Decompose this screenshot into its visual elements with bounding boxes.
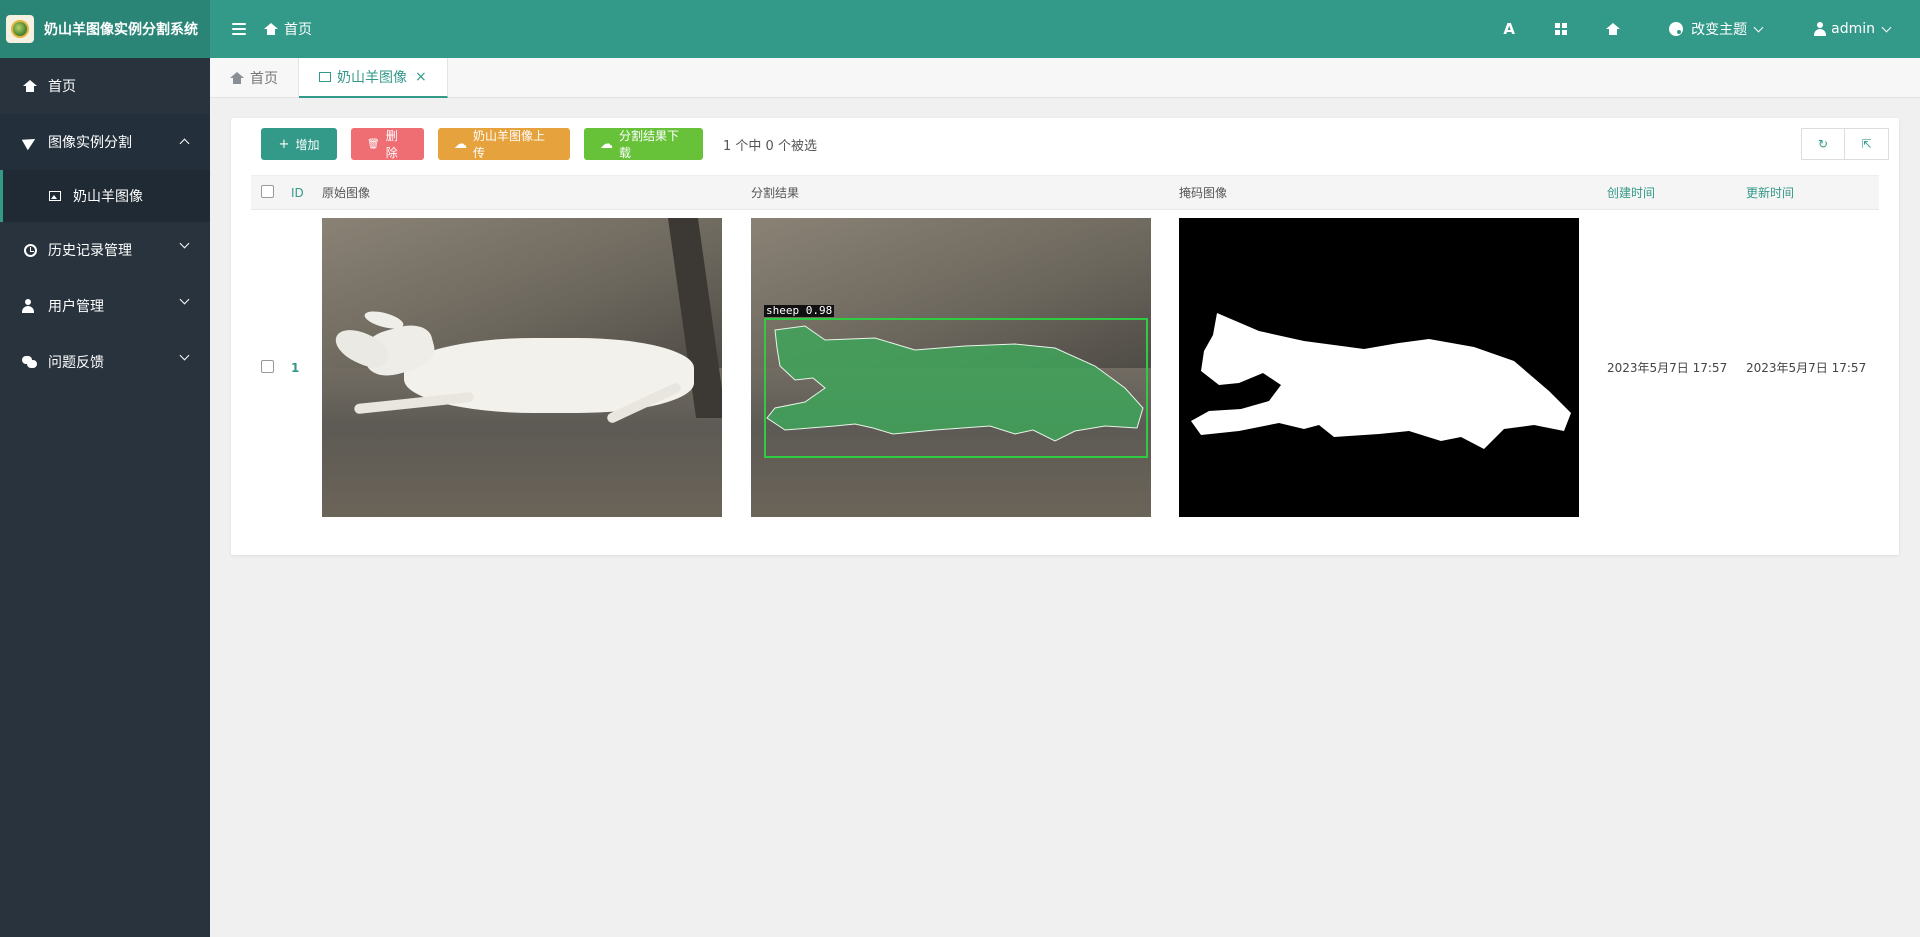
cloud-upload-icon: ☁: [454, 136, 467, 152]
comments-icon: [22, 355, 38, 369]
sidebar-item-users[interactable]: 用户管理: [0, 278, 210, 334]
column-header-id[interactable]: ID: [289, 176, 320, 210]
image-icon: [319, 72, 331, 82]
font-size-glyph: A: [1503, 20, 1515, 38]
user-label: admin: [1831, 21, 1875, 37]
sidebar-item-label: 问题反馈: [48, 355, 104, 371]
home-icon: [264, 23, 278, 35]
content-panel: + 增加 🗑 删除 ☁ 奶山羊图像上传 ☁ 分割结果下载 1 个中 0 个被选 …: [231, 118, 1899, 555]
refresh-button[interactable]: ↻: [1801, 128, 1845, 160]
sidebar-item-label: 历史记录管理: [48, 243, 132, 259]
table-tools: ↻ ⇱: [1801, 128, 1889, 160]
detection-box: [764, 318, 1148, 459]
plus-icon: +: [278, 136, 290, 152]
original-goat-image[interactable]: [322, 218, 722, 518]
menu-toggle-icon[interactable]: [232, 23, 246, 35]
table-toolbar: + 增加 🗑 删除 ☁ 奶山羊图像上传 ☁ 分割结果下载 1 个中 0 个被选: [261, 128, 817, 160]
column-header-segmentation: 分割结果: [751, 186, 800, 200]
chevron-down-icon: [179, 294, 190, 305]
row-checkbox[interactable]: [261, 359, 274, 373]
select-all-cell: [251, 176, 289, 210]
segmentation-image-cell: sheep 0.98: [749, 210, 1177, 526]
updated-time: 2023年5月7日 17:57: [1746, 361, 1867, 376]
mask-image-cell: [1177, 210, 1605, 526]
top-header: 奶山羊图像实例分割系统 首页 A 改变主题 admin: [0, 0, 1920, 58]
upload-label: 奶山羊图像上传: [473, 129, 546, 160]
history-icon: [22, 243, 38, 257]
data-table: ID 原始图像 分割结果 掩码图像 创建时间 更新时间 1 sheep 0.98…: [251, 175, 1879, 526]
app-title: 奶山羊图像实例分割系统: [44, 22, 198, 38]
delete-button[interactable]: 🗑 删除: [351, 128, 424, 160]
sidebar-item-home[interactable]: 首页: [0, 58, 210, 114]
sidebar-item-label: 奶山羊图像: [73, 189, 143, 205]
theme-label: 改变主题: [1691, 22, 1748, 38]
submenu: 奶山羊图像: [0, 170, 210, 222]
close-icon[interactable]: ×: [415, 69, 427, 85]
sidebar-item-label: 首页: [48, 79, 76, 95]
home-icon[interactable]: [1587, 0, 1639, 58]
brand[interactable]: 奶山羊图像实例分割系统: [0, 0, 210, 58]
tab-goat-images[interactable]: 奶山羊图像 ×: [299, 58, 448, 98]
tab-label: 奶山羊图像: [337, 70, 407, 86]
send-icon: [21, 133, 39, 151]
table-header-row: ID 原始图像 分割结果 掩码图像 创建时间 更新时间: [251, 175, 1879, 210]
created-time: 2023年5月7日 17:57: [1607, 361, 1728, 376]
refresh-icon: ↻: [1817, 137, 1829, 151]
sidebar-item-feedback[interactable]: 问题反馈: [0, 334, 210, 390]
sidebar-item-label: 用户管理: [48, 299, 104, 315]
font-size-icon[interactable]: A: [1483, 0, 1535, 58]
mask-silhouette: [1191, 313, 1571, 450]
row-select-cell: [251, 210, 289, 526]
column-header-mask: 掩码图像: [1179, 186, 1228, 200]
sidebar-item-label: 图像实例分割: [48, 135, 132, 151]
breadcrumb-label: 首页: [284, 22, 312, 38]
download-label: 分割结果下载: [619, 129, 680, 160]
sidebar-item-goat-images[interactable]: 奶山羊图像: [0, 170, 210, 222]
sidebar: 首页 图像实例分割 奶山羊图像 历史记录管理 用户管理 问题反馈: [0, 58, 210, 937]
fullscreen-icon[interactable]: [1535, 0, 1587, 58]
delete-label: 删除: [385, 129, 398, 160]
user-icon: [1814, 22, 1827, 36]
palette-icon: [1669, 22, 1684, 36]
user-cog-icon: [22, 299, 38, 313]
original-image-cell: [320, 210, 749, 526]
user-menu[interactable]: admin: [1814, 21, 1892, 37]
breadcrumb-home[interactable]: 首页: [264, 19, 312, 39]
row-id: 1: [291, 360, 300, 375]
chevron-down-icon: [1881, 22, 1892, 32]
select-all-checkbox[interactable]: [261, 184, 274, 198]
export-button[interactable]: ⇱: [1845, 128, 1889, 160]
home-icon: [230, 72, 244, 84]
upload-button[interactable]: ☁ 奶山羊图像上传: [438, 128, 570, 160]
sidebar-item-segmentation[interactable]: 图像实例分割: [0, 114, 210, 170]
tab-home[interactable]: 首页: [210, 58, 299, 98]
chevron-down-icon: [179, 350, 190, 361]
selection-info: 1 个中 0 个被选: [723, 138, 817, 154]
export-icon: ⇱: [1861, 137, 1872, 151]
theme-switcher[interactable]: 改变主题: [1669, 19, 1764, 39]
detection-label: sheep 0.98: [764, 304, 835, 318]
logo: [6, 15, 34, 43]
tab-bar: 首页 奶山羊图像 ×: [210, 58, 1920, 98]
image-icon: [49, 191, 61, 201]
add-button[interactable]: + 增加: [261, 128, 337, 160]
add-label: 增加: [295, 137, 320, 152]
column-header-original: 原始图像: [322, 186, 371, 200]
column-header-updated[interactable]: 更新时间: [1744, 176, 1879, 210]
cloud-download-icon: ☁: [600, 136, 613, 152]
table-row: 1 sheep 0.98 2023年5月7日 17:57 2023年5月7日 1…: [251, 210, 1879, 526]
chevron-up-icon: [179, 138, 190, 149]
chevron-down-icon: [1753, 22, 1764, 32]
sidebar-item-history[interactable]: 历史记录管理: [0, 222, 210, 278]
trash-icon: 🗑: [367, 138, 380, 150]
chevron-down-icon: [179, 238, 190, 249]
download-button[interactable]: ☁ 分割结果下载: [584, 128, 703, 160]
tab-label: 首页: [250, 71, 278, 87]
column-header-created[interactable]: 创建时间: [1605, 176, 1744, 210]
mask-image[interactable]: [1179, 218, 1579, 518]
home-icon: [22, 79, 38, 93]
segmentation-result-image[interactable]: sheep 0.98: [751, 218, 1151, 518]
